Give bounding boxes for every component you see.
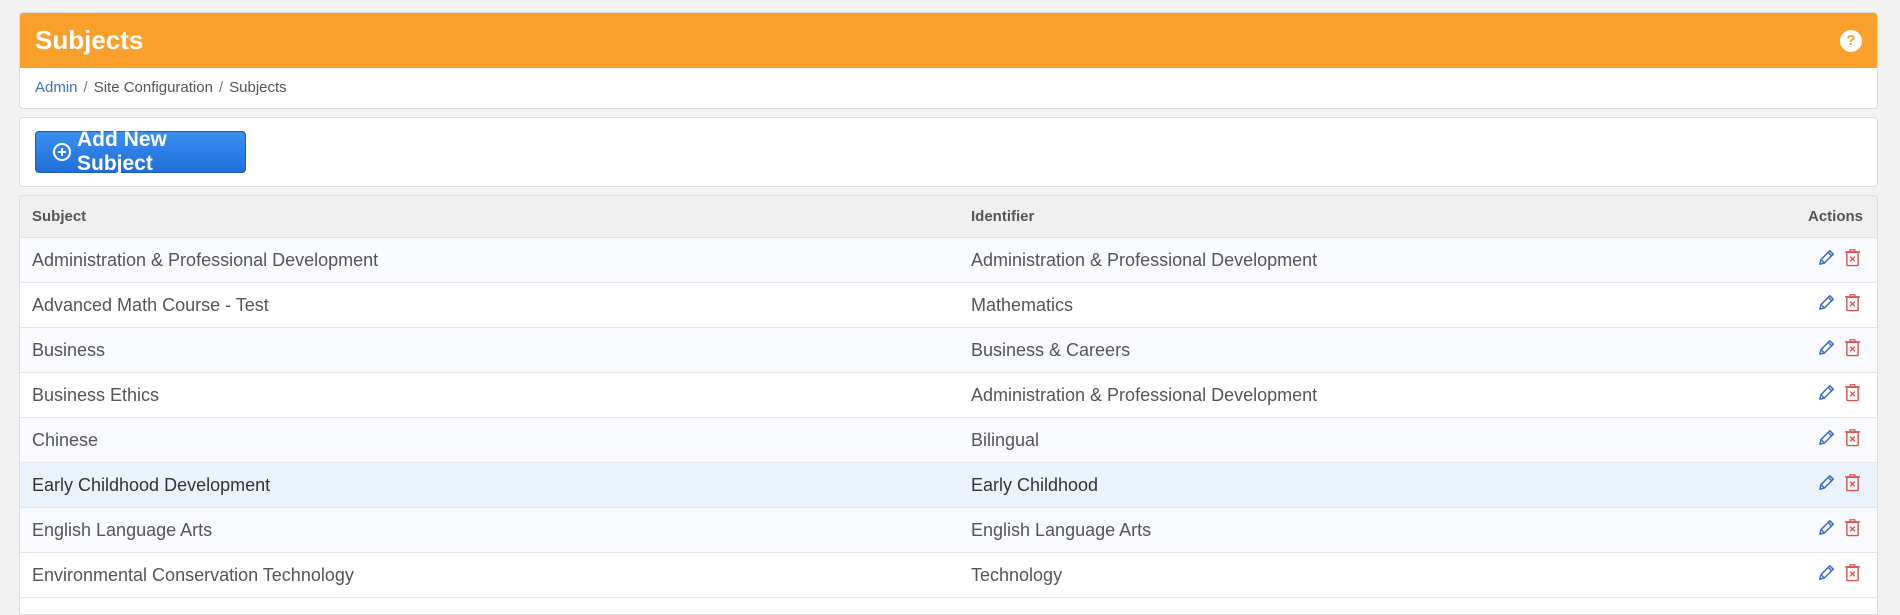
cell-subject: Business Ethics [20,372,959,418]
cell-subject: Business [20,327,959,373]
cell-subject: English Language Arts [20,507,959,553]
table-row[interactable]: Business Ethics Administration & Professi… [20,372,1877,418]
pencil-icon[interactable] [1817,338,1836,362]
cell-identifier: Mathematics [959,282,1713,328]
title-bar: Subjects ? [20,13,1877,68]
plus-circle-icon [53,143,71,161]
cell-identifier: Administration & Professional Developmen… [959,372,1713,418]
breadcrumb-admin-link[interactable]: Admin [35,79,78,96]
add-new-subject-label: Add New Subject [77,128,167,175]
page-header: Subjects ? Admin / Site Configuration / Subj… [19,12,1878,109]
pencil-icon[interactable] [1817,473,1836,497]
breadcrumb-current: Subjects [229,79,287,96]
cell-subject: Early Childhood Development [20,462,959,508]
subjects-table-panel: Subject Identifier Actions Administratio… [19,195,1878,615]
subjects-table: Subject Identifier Actions Administratio… [20,196,1877,598]
cell-identifier: Early Childhood [959,462,1713,508]
trash-x-icon[interactable] [1844,563,1861,587]
column-header-subject[interactable]: Subject [20,196,959,238]
cell-actions [1712,552,1877,598]
cell-actions [1712,507,1877,553]
table-header-row: Subject Identifier Actions [20,196,1877,238]
cell-subject: Administration & Professional Developmen… [20,237,959,283]
cell-actions [1712,462,1877,508]
breadcrumb-separator: / [218,79,224,96]
pencil-icon[interactable] [1817,248,1836,272]
table-row[interactable]: Business Business & Careers [20,327,1877,373]
table-body: Administration & Professional Developmen… [20,237,1877,598]
cell-identifier: English Language Arts [959,507,1713,553]
trash-x-icon[interactable] [1844,338,1861,362]
breadcrumb-site-configuration: Site Configuration [93,79,213,96]
trash-x-icon[interactable] [1844,383,1861,407]
pencil-icon[interactable] [1817,383,1836,407]
breadcrumb-separator: / [83,79,88,96]
trash-x-icon[interactable] [1844,293,1861,317]
toolbar: Add New Subject [19,117,1878,187]
help-icon[interactable]: ? [1840,30,1862,52]
trash-x-icon[interactable] [1844,518,1861,542]
table-row[interactable]: Early Childhood Development Early Childho… [20,462,1877,508]
cell-actions [1712,417,1877,463]
page: Subjects ? Admin / Site Configuration / Subj… [0,0,1900,615]
table-row[interactable]: Environmental Conservation Technology Tec… [20,552,1877,598]
pencil-icon[interactable] [1817,428,1836,452]
cell-subject: Environmental Conservation Technology [20,552,959,598]
table-row[interactable]: Administration & Professional Developmen… [20,237,1877,283]
page-title: Subjects [35,25,144,55]
table-row[interactable]: Advanced Math Course - Test Mathematics [20,282,1877,328]
cell-subject: Advanced Math Course - Test [20,282,959,328]
pencil-icon[interactable] [1817,293,1836,317]
trash-x-icon[interactable] [1844,428,1861,452]
column-header-actions: Actions [1712,196,1877,238]
cell-identifier: Technology [959,552,1713,598]
breadcrumb: Admin / Site Configuration / Subjects [35,79,287,96]
trash-x-icon[interactable] [1844,248,1861,272]
cell-actions [1712,237,1877,283]
pencil-icon[interactable] [1817,518,1836,542]
cell-actions [1712,282,1877,328]
cell-identifier: Business & Careers [959,327,1713,373]
cell-actions [1712,327,1877,373]
table-row[interactable]: English Language Arts English Language Ar… [20,507,1877,553]
cell-subject: Chinese [20,417,959,463]
trash-x-icon[interactable] [1844,473,1861,497]
add-new-subject-button[interactable]: Add New Subject [35,128,246,175]
table-row[interactable]: Chinese Bilingual [20,417,1877,463]
cell-identifier: Administration & Professional Developmen… [959,237,1713,283]
pencil-icon[interactable] [1817,563,1836,587]
cell-actions [1712,372,1877,418]
column-header-identifier[interactable]: Identifier [959,196,1713,238]
cell-identifier: Bilingual [959,417,1713,463]
